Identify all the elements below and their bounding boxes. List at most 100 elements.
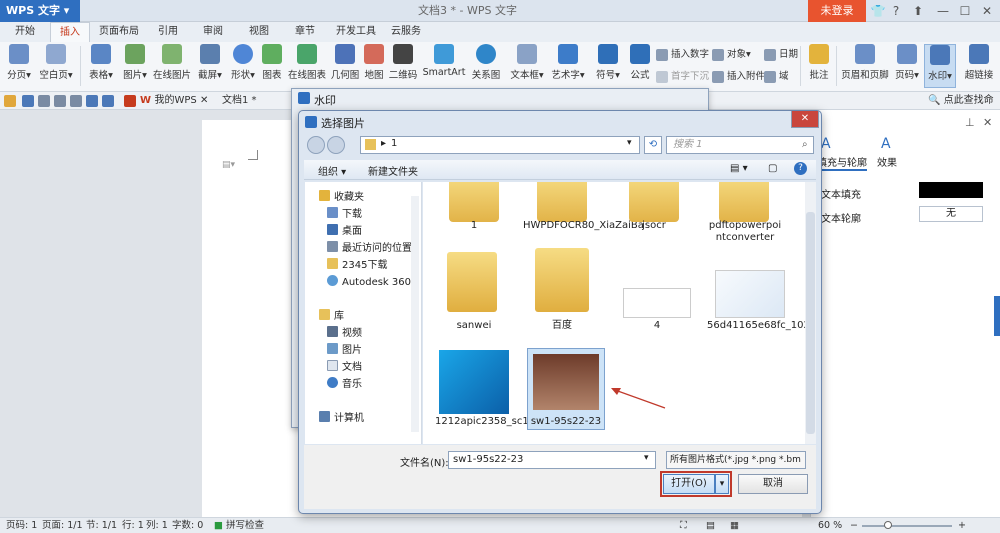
open-dropdown-icon[interactable]: ▾: [715, 474, 729, 494]
zoom-slider[interactable]: [862, 525, 952, 527]
address-bar[interactable]: ▸ 1 ▾: [360, 136, 640, 154]
textbox-button[interactable]: 文本框▾: [508, 44, 546, 88]
nav-computer[interactable]: 计算机: [319, 411, 364, 427]
refresh-icon[interactable]: ⟲: [644, 136, 662, 154]
zoom-in-icon[interactable]: +: [958, 518, 966, 533]
page-break-button[interactable]: 分页▾: [4, 44, 34, 88]
tab-developer[interactable]: 开发工具: [332, 22, 380, 42]
picture-button[interactable]: 图片▾: [120, 44, 150, 88]
print-preview-icon[interactable]: [38, 95, 50, 107]
save-icon[interactable]: [22, 95, 34, 107]
nav-documents[interactable]: 文档: [327, 360, 362, 376]
restore-icon[interactable]: ⬆: [910, 3, 926, 19]
symbol-button[interactable]: 符号▾: [594, 44, 622, 88]
read-view-icon[interactable]: ▦: [730, 518, 739, 533]
relation-button[interactable]: 关系图: [470, 44, 502, 88]
spell-check[interactable]: ■ 拼写检查: [214, 518, 264, 533]
tab-page-layout[interactable]: 页面布局: [96, 22, 142, 42]
nav-pictures[interactable]: 图片: [327, 343, 362, 359]
table-button[interactable]: 表格▾: [86, 44, 116, 88]
tab-effect[interactable]: 效果: [877, 154, 897, 169]
close-icon[interactable]: ✕: [979, 3, 995, 19]
online-picture-button[interactable]: 在线图片: [152, 44, 192, 88]
help-icon[interactable]: ?: [888, 3, 904, 19]
login-button[interactable]: 未登录: [808, 0, 866, 22]
nav-downloads[interactable]: 下载: [327, 207, 362, 223]
page-view-icon[interactable]: ▤: [706, 518, 715, 533]
nav-2345-download[interactable]: 2345下载: [327, 258, 387, 274]
filename-dropdown-icon[interactable]: ▾: [644, 453, 649, 463]
zoom-out-icon[interactable]: −: [850, 518, 858, 533]
drop-cap-button[interactable]: 首字下沉: [656, 68, 709, 83]
map-button[interactable]: 地图: [364, 44, 384, 88]
comment-button[interactable]: 批注: [806, 44, 832, 88]
online-chart-button[interactable]: 在线图表: [288, 44, 326, 88]
tab-references[interactable]: 引用: [152, 22, 184, 42]
blank-page-button[interactable]: 空白页▾: [38, 44, 74, 88]
text-outline-select[interactable]: 无: [919, 206, 983, 222]
object-button[interactable]: 对象▾: [712, 46, 751, 61]
tab-insert[interactable]: 插入: [50, 22, 90, 42]
close-panel-icon[interactable]: ✕: [983, 116, 992, 129]
forward-button[interactable]: [327, 136, 345, 154]
nav-desktop[interactable]: 桌面: [327, 224, 362, 240]
attachment-button[interactable]: 插入附件: [712, 68, 765, 83]
text-fill-swatch[interactable]: [919, 182, 983, 198]
open-button[interactable]: 打开(O): [663, 474, 715, 494]
redo-icon[interactable]: [102, 95, 114, 107]
insert-number-button[interactable]: 插入数字: [656, 46, 709, 61]
file-item[interactable]: 1: [439, 220, 509, 232]
dialog-close-button[interactable]: ✕: [791, 111, 819, 128]
fullscreen-icon[interactable]: ⛶: [680, 518, 687, 533]
nav-videos[interactable]: 视频: [327, 326, 362, 342]
pin-panel-icon[interactable]: ⊥: [965, 116, 975, 129]
file-item[interactable]: 56d41165e68fc_1024: [707, 320, 816, 332]
organize-menu[interactable]: 组织 ▾: [318, 163, 346, 178]
help-icon[interactable]: ?: [794, 162, 807, 175]
nav-music[interactable]: 音乐: [327, 377, 362, 393]
nav-favorites[interactable]: 收藏夹: [319, 190, 364, 206]
print-icon[interactable]: [54, 95, 66, 107]
file-item[interactable]: sanwei: [439, 320, 509, 332]
field-button[interactable]: 域: [764, 68, 789, 83]
search-input[interactable]: 搜索 1: [666, 136, 814, 154]
smartart-button[interactable]: SmartArt: [422, 44, 466, 88]
tab-document1[interactable]: 文档1 *: [222, 92, 257, 110]
format-icon[interactable]: [70, 95, 82, 107]
date-button[interactable]: 日期: [764, 46, 798, 61]
minimize-icon[interactable]: —: [935, 3, 951, 19]
nav-recent[interactable]: 最近访问的位置: [327, 241, 412, 257]
scrollbar-thumb[interactable]: [806, 212, 815, 434]
geometry-button[interactable]: 几何图: [330, 44, 360, 88]
undo-icon[interactable]: [86, 95, 98, 107]
wordart-button[interactable]: 艺术字▾: [548, 44, 588, 88]
shape-button[interactable]: 形状▾: [228, 44, 258, 88]
tab-fill-outline[interactable]: 填充与轮廓: [817, 154, 867, 171]
panel-handle[interactable]: [994, 296, 1000, 336]
view-menu-icon[interactable]: ▤ ▾: [730, 163, 748, 174]
nav-scrollbar[interactable]: [411, 196, 419, 432]
file-item-selected[interactable]: sw1-95s22-23: [527, 416, 605, 428]
new-folder-button[interactable]: 新建文件夹: [368, 163, 418, 178]
file-item[interactable]: jsocr: [619, 220, 689, 232]
back-button[interactable]: [307, 136, 325, 154]
maximize-icon[interactable]: ☐: [957, 3, 973, 19]
filename-input[interactable]: sw1-95s22-23: [448, 451, 656, 469]
cancel-button[interactable]: 取消: [738, 474, 808, 494]
zoom-thumb[interactable]: [884, 521, 892, 529]
file-item[interactable]: 1212apic2358_sc115.com: [435, 416, 566, 428]
find-command[interactable]: 🔍 点此查找命令: [928, 92, 1000, 124]
file-item[interactable]: pdftopowerpointconverter: [707, 220, 783, 244]
page-number-button[interactable]: 页码▾: [892, 44, 922, 88]
pin-icon[interactable]: [124, 95, 136, 107]
filetype-select[interactable]: 所有图片格式(*.jpg *.png *.bm: [666, 451, 806, 469]
open-icon[interactable]: [4, 95, 16, 107]
hyperlink-button[interactable]: 超链接: [962, 44, 996, 88]
file-item[interactable]: HWPDFOCR80_XiaZaiBa: [523, 220, 644, 232]
nav-autodesk[interactable]: Autodesk 360: [327, 275, 411, 291]
tab-view[interactable]: 视图: [242, 22, 276, 42]
tab-review[interactable]: 审阅: [196, 22, 230, 42]
app-menu-button[interactable]: WPS 文字 ▾: [0, 0, 80, 22]
header-footer-button[interactable]: 页眉和页脚: [840, 44, 890, 88]
watermark-button[interactable]: 水印▾: [924, 44, 956, 88]
